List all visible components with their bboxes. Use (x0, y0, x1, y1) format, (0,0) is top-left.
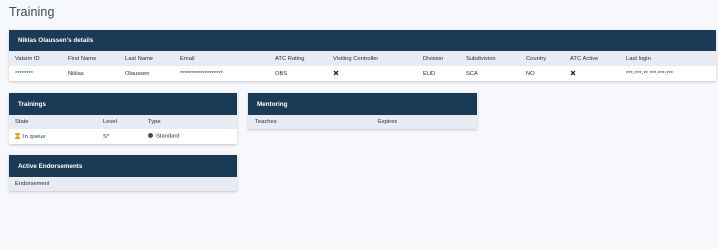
col-expires: Expires (378, 119, 398, 125)
table-row[interactable]: In queue S* Standard (9, 129, 237, 144)
col-level: Level (103, 119, 117, 125)
country-value: NO (526, 70, 535, 77)
circle-icon (148, 133, 153, 139)
cross-icon (570, 70, 576, 78)
training-level: S* (103, 133, 110, 140)
atc-rating-value: OBS (275, 70, 288, 77)
col-first-name: First Name (68, 55, 97, 62)
training-type-label: Standard (156, 133, 180, 140)
trainings-card: Trainings State Level Type In queue S* S… (9, 93, 237, 144)
col-endorsement: Endorsement (15, 181, 50, 187)
first-name-value: Niklas (68, 70, 84, 77)
last-name-value: Olaussen (125, 70, 150, 77)
col-vatsim-id: Vatsim ID (15, 55, 40, 62)
division-value: EUD (423, 70, 436, 77)
email-value: ******************* (180, 70, 223, 77)
col-subdivision: Subdivision (466, 55, 496, 62)
trainings-table-head: State Level Type (9, 115, 237, 129)
col-last-login: Last login (626, 55, 651, 62)
col-atc-rating: ATC Rating (275, 55, 305, 62)
details-card: Niklas Olaussen's details Vatsim ID Firs… (9, 30, 716, 81)
col-country: Country (526, 55, 547, 62)
details-table-head: Vatsim ID First Name Last Name Email ATC… (9, 51, 716, 66)
col-email: Email (180, 55, 195, 62)
col-division: Division (423, 55, 444, 62)
trainings-header: Trainings (9, 93, 237, 115)
hourglass-icon (15, 133, 20, 139)
page-title: Training (9, 5, 55, 19)
endorsements-card: Active Endorsements Endorsement (9, 155, 237, 191)
subdivision-value: SCA (466, 70, 478, 77)
endorsements-header: Active Endorsements (9, 155, 237, 177)
training-type: Standard (148, 133, 180, 140)
col-atc-active: ATC Active (570, 55, 599, 62)
table-row: ******** Niklas Olaussen ***************… (9, 66, 716, 81)
training-state: In queue (15, 133, 46, 140)
col-state: State (15, 119, 29, 125)
vatsim-id-link[interactable]: ******** (15, 71, 33, 77)
mentoring-header: Mentoring (248, 93, 477, 115)
details-header: Niklas Olaussen's details (9, 30, 716, 51)
col-last-name: Last Name (125, 55, 154, 62)
training-state-label: In queue (23, 134, 46, 140)
cross-icon (333, 70, 339, 78)
last-login-value: ***-***-** ***:***:*** (626, 70, 674, 77)
mentoring-table-head: Teaches Expires (248, 115, 477, 129)
endorsements-table-head: Endorsement (9, 177, 237, 191)
mentoring-card: Mentoring Teaches Expires (248, 93, 477, 129)
col-type: Type (148, 119, 161, 125)
col-teaches: Teaches (255, 119, 277, 125)
col-visiting-controller: Visiting Controller (333, 55, 379, 62)
